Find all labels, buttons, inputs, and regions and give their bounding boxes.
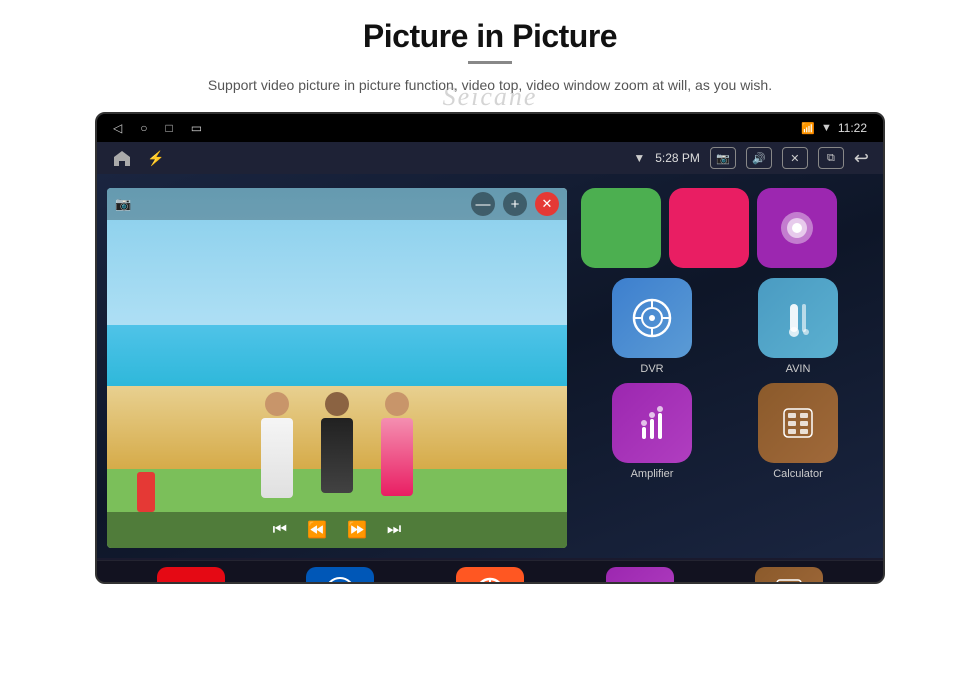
home-nav-icon[interactable]: ○ bbox=[140, 121, 147, 135]
app-icon-pink-partial[interactable] bbox=[669, 188, 749, 268]
pip-close-btn[interactable]: ✕ bbox=[535, 192, 559, 216]
pip-container[interactable]: 📷 — + ✕ ⏮ ⏪ ⏩ ⏭ bbox=[107, 188, 567, 548]
screenshot-nav-icon[interactable]: ▭ bbox=[191, 121, 202, 135]
app-area: 📷 — + ✕ ⏮ ⏪ ⏩ ⏭ bbox=[97, 174, 883, 558]
volume-status-btn[interactable]: 🔊 bbox=[746, 147, 772, 169]
window-status-btn[interactable]: ⧉ bbox=[818, 147, 844, 169]
status-bar-2: ⚡ ▼ 5:28 PM 📷 🔊 ✕ ⧉ ↩ bbox=[97, 142, 883, 174]
app-cell-calculator-bottom[interactable]: Calculator bbox=[755, 567, 823, 584]
wifi-icon: 📶 bbox=[801, 122, 815, 135]
app-row-top-partial bbox=[577, 188, 873, 268]
red-object bbox=[137, 472, 155, 512]
app-icon-wheelkey bbox=[456, 567, 524, 584]
status-bar-2-right: ▼ 5:28 PM 📷 🔊 ✕ ⧉ ↩ bbox=[633, 147, 869, 169]
pip-overlay-top: 📷 — + ✕ bbox=[107, 188, 567, 220]
avin-label: AVIN bbox=[786, 363, 811, 375]
back-nav-icon[interactable]: ◁ bbox=[113, 121, 122, 135]
app-cell-siriusxm[interactable]: SiriusXM bbox=[306, 567, 374, 584]
app-icon-amplifier-bottom bbox=[606, 567, 674, 584]
pip-video: 📷 — + ✕ ⏮ ⏪ ⏩ ⏭ bbox=[107, 188, 567, 548]
close-status-btn[interactable]: ✕ bbox=[782, 147, 808, 169]
calculator-label: Calculator bbox=[773, 468, 823, 480]
pip-forward-btn[interactable]: ⏩ bbox=[347, 520, 367, 540]
wifi-small-icon: ▼ bbox=[633, 151, 645, 165]
app-icon-calculator-bottom bbox=[755, 567, 823, 584]
app-cell-calculator[interactable]: Calculator bbox=[729, 383, 867, 480]
person-2 bbox=[312, 392, 362, 512]
usb-icon: ⚡ bbox=[147, 150, 164, 167]
app-icon-amplifier bbox=[612, 383, 692, 463]
app-cell-wheelkey[interactable]: Wheelkey Study bbox=[454, 567, 526, 584]
person-3 bbox=[372, 392, 422, 512]
subtitle-text: Support video picture in picture functio… bbox=[208, 74, 772, 96]
camera-status-btn[interactable]: 📷 bbox=[710, 147, 736, 169]
pip-next-btn[interactable]: ⏭ bbox=[387, 521, 401, 539]
page-title: Picture in Picture bbox=[363, 18, 617, 55]
app-icon-calculator bbox=[758, 383, 838, 463]
amplifier-label: Amplifier bbox=[631, 468, 674, 480]
pip-window-controls: — + ✕ bbox=[471, 192, 559, 216]
app-cell-amplifier[interactable]: Amplifier bbox=[583, 383, 721, 480]
beach-scene bbox=[107, 188, 567, 548]
app-grid-right: DVR AVIN bbox=[577, 188, 873, 548]
app-icon-avin bbox=[758, 278, 838, 358]
pip-cam-icon: 📷 bbox=[115, 196, 131, 212]
app-cell-dvr[interactable]: DVR bbox=[583, 278, 721, 375]
status-bar-2-left: ⚡ bbox=[111, 147, 164, 169]
app-row-bottom: N Netflix SiriusXM bbox=[97, 560, 883, 584]
pip-expand-btn[interactable]: + bbox=[503, 192, 527, 216]
dvr-label: DVR bbox=[640, 363, 663, 375]
status-time: 11:22 bbox=[838, 121, 867, 135]
app-icon-siriusxm bbox=[306, 567, 374, 584]
device-frame: ◁ ○ □ ▭ 📶 ▼ 11:22 ⚡ ▼ bbox=[95, 112, 885, 584]
nav-icons: ◁ ○ □ ▭ bbox=[113, 121, 202, 135]
app-cell-netflix[interactable]: N Netflix bbox=[157, 567, 225, 584]
status-bar-top: ◁ ○ □ ▭ 📶 ▼ 11:22 bbox=[97, 114, 883, 142]
back-arrow-btn[interactable]: ↩ bbox=[854, 148, 869, 169]
app-grid-main: DVR AVIN bbox=[577, 274, 873, 484]
home-button[interactable] bbox=[111, 147, 133, 169]
person-1 bbox=[252, 392, 302, 512]
app-cell-avin[interactable]: AVIN bbox=[729, 278, 867, 375]
secondary-time: 5:28 PM bbox=[655, 151, 700, 165]
pip-prev-btn[interactable]: ⏮ bbox=[273, 521, 287, 539]
app-icon-purple-partial[interactable] bbox=[757, 188, 837, 268]
app-icon-netflix: N bbox=[157, 567, 225, 584]
status-right: 📶 ▼ 11:22 bbox=[801, 121, 867, 135]
signal-icon: ▼ bbox=[821, 122, 832, 134]
people-group bbox=[252, 392, 422, 512]
app-icon-dvr bbox=[612, 278, 692, 358]
pip-rewind-btn[interactable]: ⏪ bbox=[307, 520, 327, 540]
app-icon-green-partial[interactable] bbox=[581, 188, 661, 268]
title-divider bbox=[468, 61, 512, 64]
recents-nav-icon[interactable]: □ bbox=[165, 121, 172, 135]
app-cell-amplifier-bottom[interactable]: Amplifier bbox=[606, 567, 674, 584]
pip-minimize-btn[interactable]: — bbox=[471, 192, 495, 216]
page-wrapper: Picture in Picture Seicane Support video… bbox=[0, 0, 980, 687]
pip-controls-bottom: ⏮ ⏪ ⏩ ⏭ bbox=[107, 512, 567, 548]
